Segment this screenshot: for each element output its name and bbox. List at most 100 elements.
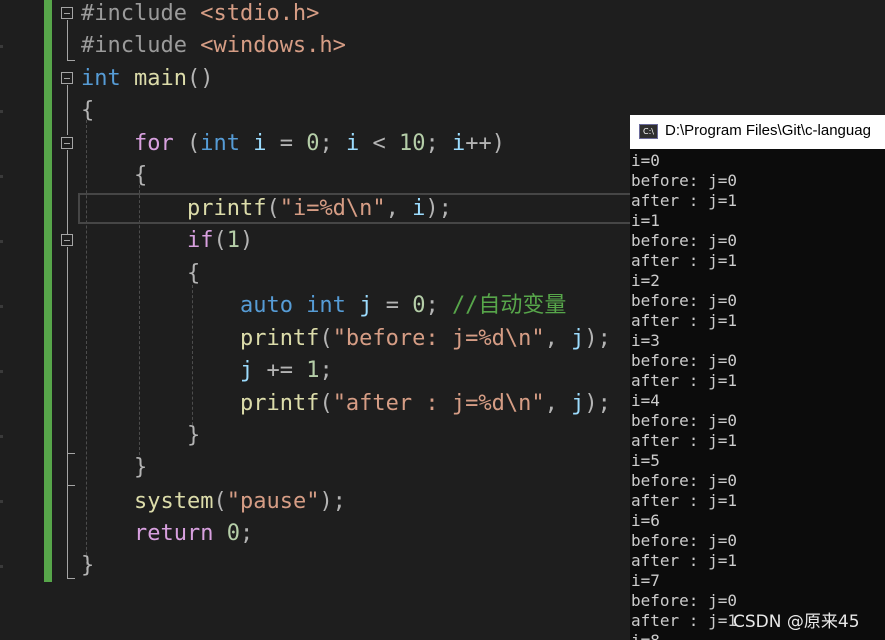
console-output-line: before: j=0: [631, 231, 737, 250]
fold-end: [67, 60, 75, 61]
variable: j: [239, 358, 254, 383]
variable: i: [253, 131, 267, 156]
margin-mark: [0, 370, 3, 373]
console-output-line: i=5: [631, 451, 660, 470]
function-name: main: [134, 66, 187, 91]
variable: i: [345, 131, 360, 156]
console-output-line: i=4: [631, 391, 660, 410]
include-header: <stdio.h>: [200, 1, 320, 26]
type-keyword: int: [200, 131, 240, 156]
code-line-increment: j += 1;: [239, 358, 333, 383]
collapse-icon[interactable]: [61, 72, 73, 84]
fold-line: [67, 150, 68, 234]
code-line-for-close-brace: }: [133, 455, 148, 480]
number: 1: [226, 228, 240, 253]
fold-line: [67, 85, 68, 135]
left-margin: [0, 0, 44, 640]
function-call: printf: [239, 391, 320, 416]
console-output-line: after : j=1: [631, 311, 737, 330]
margin-mark: [0, 45, 3, 48]
console-output-line: before: j=0: [631, 531, 737, 550]
code-line-system: system("pause");: [133, 489, 346, 514]
variable: j: [359, 293, 373, 318]
watermark: CSDN @原来45: [733, 612, 860, 632]
console-output-line: after : j=1: [631, 431, 737, 450]
function-call: printf: [239, 326, 320, 351]
code-line-close-brace: }: [81, 553, 95, 578]
type-keyword: int: [81, 66, 121, 91]
code-line-printf-i: printf("i=%d\n", i);: [186, 196, 452, 221]
console-output-line: after : j=1: [631, 191, 737, 210]
code-line-include-windows: #include <windows.h>: [81, 30, 346, 62]
control-keyword: for: [133, 131, 174, 156]
code-line-auto-decl: auto int j = 0; //自动变量: [239, 293, 567, 318]
console-output-line: after : j=1: [631, 491, 737, 510]
console-window[interactable]: C:\ D:\Program Files\Git\c-languag i=0 be…: [630, 115, 885, 640]
string-literal: "i=%d\n": [279, 196, 386, 221]
console-title: D:\Program Files\Git\c-languag: [665, 122, 871, 139]
console-output-line: i=2: [631, 271, 660, 290]
number: 0: [412, 293, 426, 318]
control-keyword: if: [186, 228, 214, 253]
control-keyword: return: [133, 521, 214, 546]
collapse-icon[interactable]: [61, 7, 73, 19]
console-output-line: i=6: [631, 511, 660, 530]
code-comment: //自动变量: [451, 293, 567, 318]
margin-mark: [0, 175, 3, 178]
variable: i: [412, 196, 426, 221]
number: 0: [306, 131, 320, 156]
console-output-line: after : j=1: [631, 551, 737, 570]
console-output-line: after : j=1: [631, 251, 737, 270]
code-line-return: return 0;: [133, 521, 254, 546]
variable: i: [451, 131, 466, 156]
function-call: printf: [186, 196, 267, 221]
margin-mark: [0, 500, 3, 503]
code-line-include-stdio: #include <stdio.h>: [81, 0, 319, 30]
collapse-icon[interactable]: [61, 137, 73, 149]
fold-line: [67, 247, 68, 453]
type-keyword: int: [306, 293, 346, 318]
string-literal: "after : j=%d\n": [332, 391, 545, 416]
code-line-if: if(1): [186, 228, 254, 253]
fold-line: [67, 453, 68, 485]
console-output-line: i=7: [631, 571, 660, 590]
code-line-for: for (int i = 0; i < 10; i++): [133, 131, 505, 156]
fold-end: [67, 453, 75, 454]
preprocessor-directive: #include: [81, 1, 187, 26]
string-literal: "before: j=%d\n": [332, 326, 545, 351]
code-line-main-signature: int main(): [81, 66, 214, 91]
fold-end: [67, 485, 75, 486]
console-output-line: i=3: [631, 331, 660, 350]
console-title-bar[interactable]: C:\ D:\Program Files\Git\c-languag: [630, 115, 885, 149]
console-output-line: before: j=0: [631, 411, 737, 430]
margin-mark: [0, 435, 3, 438]
number: 10: [398, 131, 426, 156]
console-output-line: before: j=0: [631, 291, 737, 310]
include-header: <windows.h>: [200, 33, 346, 58]
console-output: i=0 before: j=0 after : j=1 i=1 before: j=0 a…: [631, 151, 885, 640]
console-app-icon: C:\: [639, 124, 658, 139]
console-output-line: i=8: [631, 631, 885, 640]
console-output-line: after : j=1: [631, 371, 737, 390]
console-output-line: i=0: [631, 151, 660, 170]
preprocessor-directive: #include: [81, 33, 187, 58]
variable: j: [571, 391, 585, 416]
string-literal: "pause": [226, 489, 320, 514]
code-line-printf-after: printf("after : j=%d\n", j);: [239, 391, 611, 416]
storage-keyword: auto: [239, 293, 293, 318]
console-output-line: before: j=0: [631, 171, 737, 190]
collapse-icon[interactable]: [61, 234, 73, 246]
function-call: system: [133, 489, 214, 514]
console-output-line: before: j=0: [631, 351, 737, 370]
margin-mark: [0, 305, 3, 308]
code-line-if-close-brace: }: [186, 423, 201, 448]
console-output-line: before: j=0: [631, 471, 737, 490]
code-line-for-open-brace: {: [133, 163, 148, 188]
margin-mark: [0, 240, 3, 243]
console-output-line: i=1: [631, 211, 660, 230]
code-line-open-brace: {: [81, 98, 95, 123]
change-tracking-bar: [44, 0, 52, 582]
code-line-printf-before: printf("before: j=%d\n", j);: [239, 326, 611, 351]
margin-mark: [0, 565, 3, 568]
number: 1: [306, 358, 320, 383]
